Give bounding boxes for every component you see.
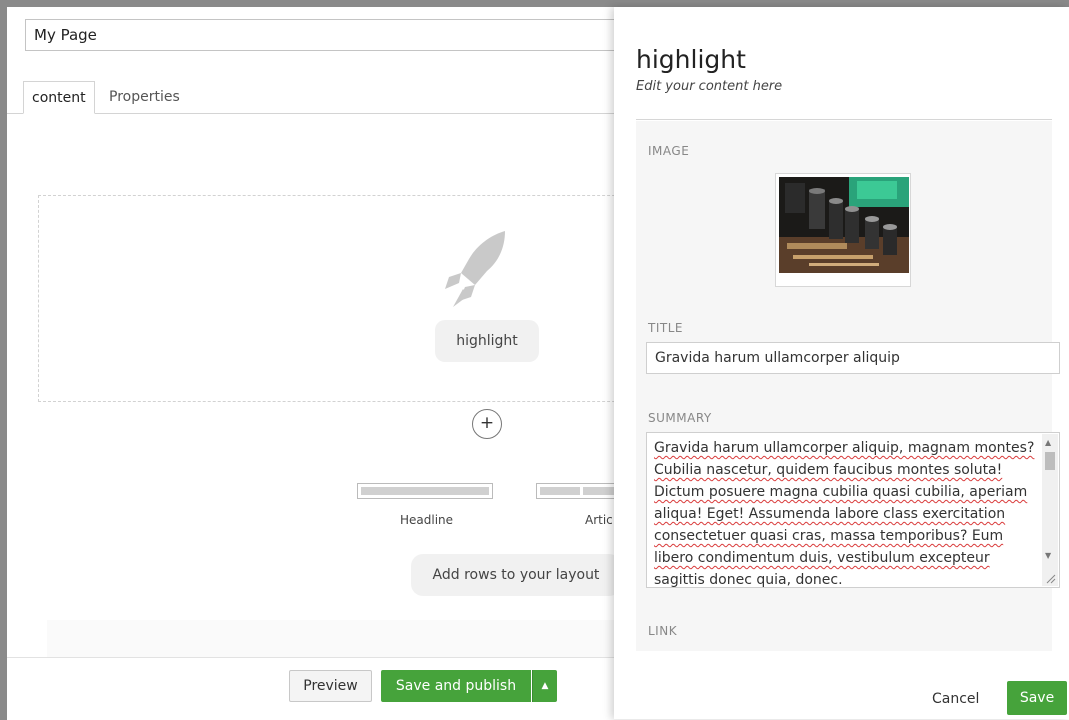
add-rows-button[interactable]: Add rows to your layout bbox=[411, 554, 621, 596]
circuit-board-image bbox=[779, 177, 909, 273]
image-label: IMAGE bbox=[648, 144, 690, 158]
divider bbox=[636, 119, 1052, 120]
title-label: TITLE bbox=[648, 321, 683, 335]
scroll-up-icon[interactable]: ▲ bbox=[1045, 437, 1051, 449]
summary-label: SUMMARY bbox=[648, 411, 712, 425]
cell-editor-label[interactable]: highlight bbox=[435, 320, 539, 362]
resize-handle-icon[interactable] bbox=[1046, 574, 1056, 584]
layout-thumbnail bbox=[357, 483, 493, 499]
summary-scrollbar[interactable]: ▲ ▼ bbox=[1042, 434, 1058, 586]
overlay-subtitle: Edit your content here bbox=[636, 79, 783, 94]
link-label: LINK bbox=[648, 624, 678, 638]
row-placeholder bbox=[47, 620, 707, 660]
caret-up-icon[interactable]: ▲ bbox=[532, 670, 557, 702]
overlay-fields: IMAGE TITLE Gravida harum ullamcorper al… bbox=[636, 121, 1060, 651]
scroll-thumb[interactable] bbox=[1045, 452, 1055, 470]
summary-textarea[interactable]: Gravida harum ullamcorper aliquip, magna… bbox=[646, 432, 1060, 588]
layout-label: Headline bbox=[400, 513, 454, 527]
image-picker[interactable] bbox=[775, 173, 911, 287]
layout-label: Artic bbox=[585, 513, 613, 527]
cancel-button[interactable]: Cancel bbox=[932, 683, 979, 715]
rocket-icon bbox=[445, 231, 505, 307]
title-input[interactable]: Gravida harum ullamcorper aliquip bbox=[646, 342, 1060, 374]
save-button[interactable]: Save bbox=[1007, 681, 1067, 715]
tab-content[interactable]: content bbox=[23, 81, 95, 114]
save-and-publish-button[interactable]: Save and publish bbox=[381, 670, 531, 702]
scroll-down-icon[interactable]: ▼ bbox=[1045, 550, 1051, 562]
tab-properties[interactable]: Properties bbox=[101, 81, 188, 113]
summary-text: Gravida harum ullamcorper aliquip, magna… bbox=[654, 440, 1035, 588]
grid-cell[interactable] bbox=[38, 195, 680, 402]
grid-editor-overlay: highlight Edit your content here IMAGE T… bbox=[614, 7, 1069, 719]
editor-tabs: content Properties bbox=[7, 77, 707, 114]
preview-button[interactable]: Preview bbox=[289, 670, 372, 702]
plus-icon[interactable]: + bbox=[472, 409, 502, 439]
overlay-title: highlight bbox=[636, 45, 746, 74]
